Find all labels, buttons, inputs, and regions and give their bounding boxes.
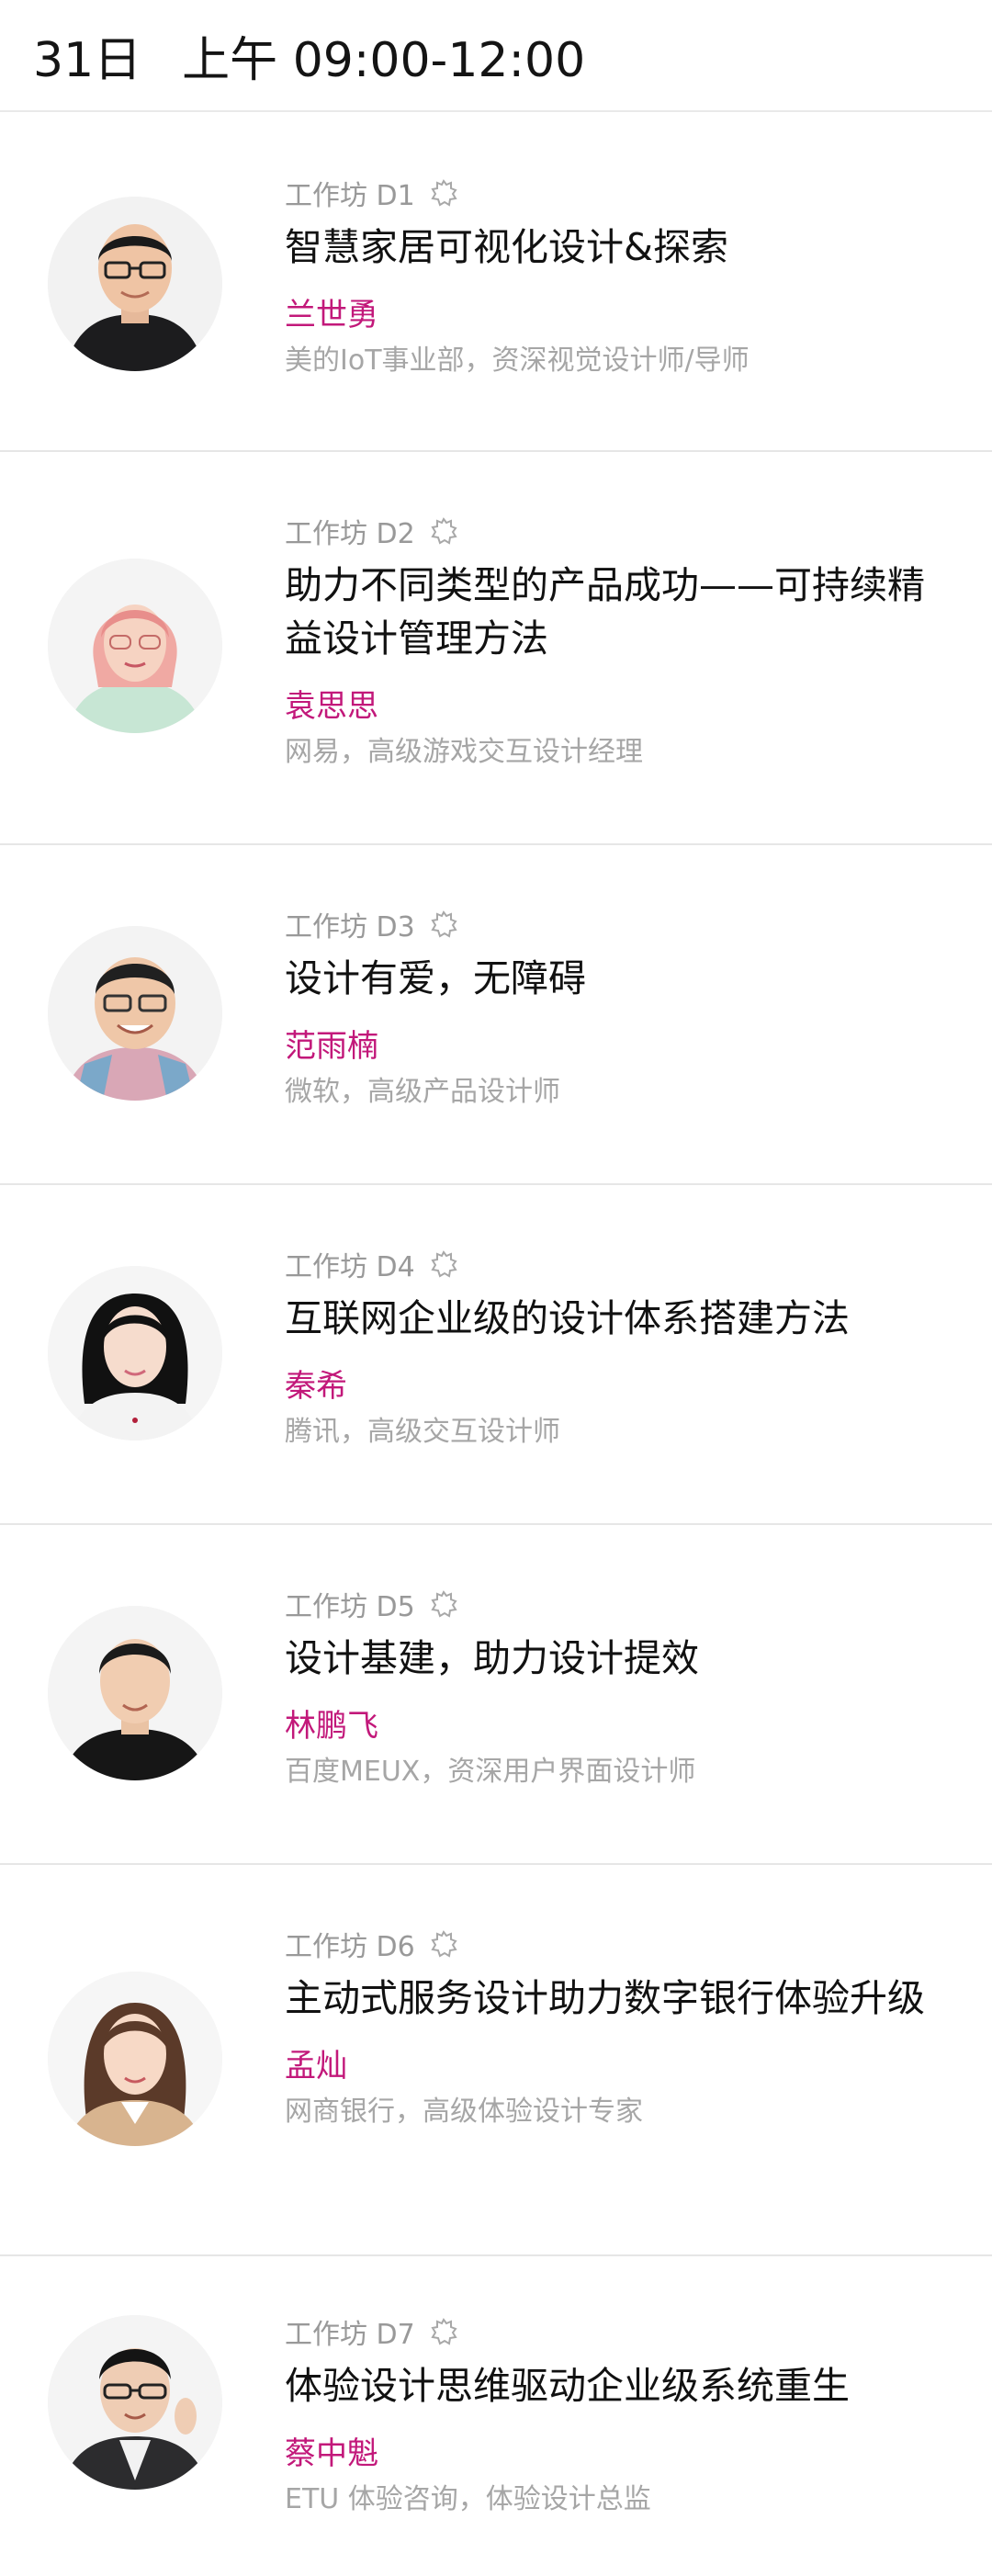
session-title[interactable]: 助力不同类型的产品成功——可持续精益设计管理方法 bbox=[285, 559, 946, 665]
session-card[interactable]: 工作坊 D4 互联网企业级的设计体系搭建方法 秦希 腾讯，高级交互设计师 bbox=[0, 1185, 992, 1525]
session-card[interactable]: 工作坊 D6 主动式服务设计助力数字银行体验升级 孟灿 网商银行，高级体验设计专… bbox=[0, 1865, 992, 2256]
workshop-label: 工作坊 D4 bbox=[285, 1251, 415, 1283]
speaker-avatar bbox=[48, 1972, 222, 2146]
session-card[interactable]: 工作坊 D2 助力不同类型的产品成功——可持续精益设计管理方法 袁思思 网易，高… bbox=[0, 452, 992, 845]
workshop-badge-icon bbox=[428, 2316, 459, 2347]
speaker-organization: 微软，高级产品设计师 bbox=[285, 1076, 560, 1108]
workshop-badge-icon bbox=[428, 1248, 459, 1280]
speaker-avatar bbox=[48, 197, 222, 371]
speaker-organization: 百度MEUX，资深用户界面设计师 bbox=[285, 1756, 696, 1788]
workshop-label: 工作坊 D6 bbox=[285, 1931, 415, 1963]
workshop-badge-icon bbox=[428, 515, 459, 547]
workshop-badge-icon bbox=[428, 909, 459, 940]
speaker-name[interactable]: 兰世勇 bbox=[285, 294, 992, 336]
speaker-avatar bbox=[48, 1606, 222, 1780]
session-tag: 工作坊 D6 bbox=[285, 1926, 992, 1963]
session-card[interactable]: 工作坊 D1 智慧家居可视化设计&探索 兰世勇 美的IoT事业部，资深视觉设计师… bbox=[0, 112, 992, 452]
speaker-name[interactable]: 林鹏飞 bbox=[285, 1705, 992, 1747]
speaker-name[interactable]: 蔡中魁 bbox=[285, 2433, 992, 2475]
workshop-badge-icon bbox=[428, 1588, 459, 1620]
session-title[interactable]: 智慧家居可视化设计&探索 bbox=[285, 220, 946, 274]
header-session: 上午 09:00-12:00 bbox=[182, 32, 586, 88]
session-card[interactable]: 工作坊 D3 设计有爱，无障碍 范雨楠 微软，高级产品设计师 bbox=[0, 845, 992, 1185]
workshop-label: 工作坊 D2 bbox=[285, 518, 415, 550]
workshop-label: 工作坊 D7 bbox=[285, 2319, 415, 2351]
session-tag: 工作坊 D2 bbox=[285, 513, 992, 550]
speaker-avatar bbox=[48, 559, 222, 733]
session-tag: 工作坊 D3 bbox=[285, 906, 992, 943]
speaker-avatar bbox=[48, 1266, 222, 1441]
speaker-organization: 网易，高级游戏交互设计经理 bbox=[285, 736, 643, 768]
speaker-organization: 网商银行，高级体验设计专家 bbox=[285, 2096, 643, 2128]
session-title[interactable]: 设计有爱，无障碍 bbox=[285, 952, 946, 1005]
session-tag: 工作坊 D7 bbox=[285, 2313, 992, 2351]
workshop-badge-icon bbox=[428, 177, 459, 209]
speaker-name[interactable]: 秦希 bbox=[285, 1365, 992, 1407]
session-title[interactable]: 设计基建，助力设计提效 bbox=[285, 1632, 946, 1685]
session-tag: 工作坊 D1 bbox=[285, 175, 992, 212]
page: 31日 上午 09:00-12:00 工作坊 D1 智慧家居可视化设计&探索 兰世… bbox=[0, 0, 992, 2576]
session-card[interactable]: 工作坊 D7 体验设计思维驱动企业级系统重生 蔡中魁 ETU 体验咨询，体验设计… bbox=[0, 2256, 992, 2576]
speaker-name[interactable]: 范雨楠 bbox=[285, 1025, 992, 1068]
speaker-name[interactable]: 袁思思 bbox=[285, 685, 992, 728]
workshop-badge-icon bbox=[428, 1928, 459, 1960]
workshop-label: 工作坊 D3 bbox=[285, 911, 415, 943]
speaker-organization: 腾讯，高级交互设计师 bbox=[285, 1416, 560, 1448]
speaker-avatar bbox=[48, 926, 222, 1101]
speaker-organization: ETU 体验咨询，体验设计总监 bbox=[285, 2483, 651, 2515]
speaker-name[interactable]: 孟灿 bbox=[285, 2045, 992, 2087]
session-title[interactable]: 主动式服务设计助力数字银行体验升级 bbox=[285, 1972, 946, 2025]
speaker-avatar bbox=[48, 2315, 222, 2490]
session-time-heading: 31日 上午 09:00-12:00 bbox=[33, 21, 585, 90]
schedule-header: 31日 上午 09:00-12:00 bbox=[0, 0, 992, 112]
session-tag: 工作坊 D5 bbox=[285, 1586, 992, 1623]
session-title[interactable]: 体验设计思维驱动企业级系统重生 bbox=[285, 2359, 946, 2412]
session-card[interactable]: 工作坊 D5 设计基建，助力设计提效 林鹏飞 百度MEUX，资深用户界面设计师 bbox=[0, 1525, 992, 1865]
session-tag: 工作坊 D4 bbox=[285, 1246, 992, 1283]
workshop-label: 工作坊 D1 bbox=[285, 180, 415, 212]
session-title[interactable]: 互联网企业级的设计体系搭建方法 bbox=[285, 1292, 946, 1345]
workshop-label: 工作坊 D5 bbox=[285, 1591, 415, 1623]
speaker-organization: 美的IoT事业部，资深视觉设计师/导师 bbox=[285, 345, 750, 377]
header-day: 31日 bbox=[33, 32, 142, 88]
